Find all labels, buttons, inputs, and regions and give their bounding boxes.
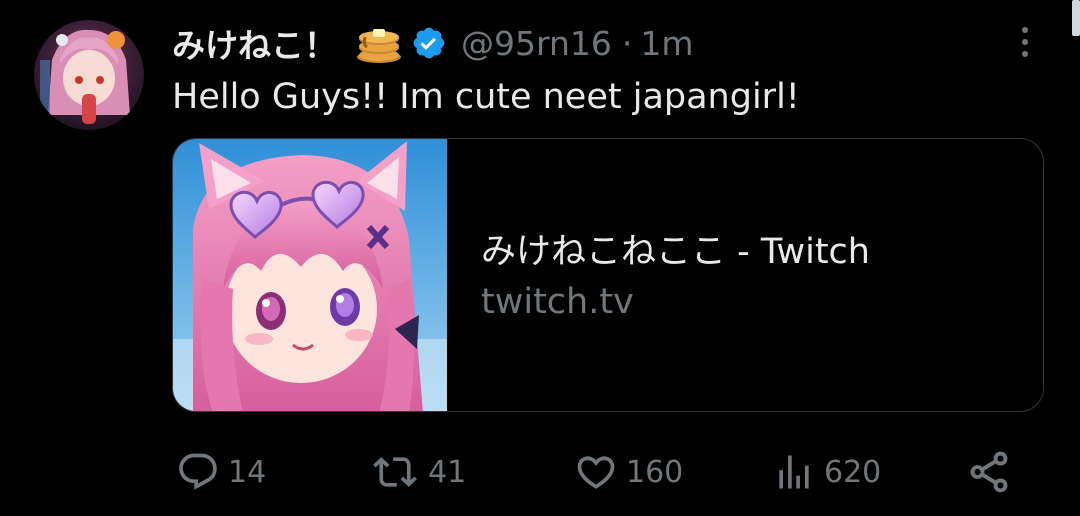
card-title[interactable]: みけねこねここ - Twitch	[481, 227, 1021, 277]
card-domain[interactable]: twitch.tv	[481, 277, 1021, 327]
author-handle[interactable]: @95rn16	[461, 24, 612, 63]
card-text: みけねこねここ - Twitch twitch.tv	[481, 227, 1021, 327]
like-icon	[577, 456, 615, 489]
scrollbar[interactable]	[1072, 0, 1080, 36]
display-name[interactable]: みけねこ！	[172, 19, 337, 67]
action-bar: 14 41 160 620	[0, 444, 1080, 504]
tweet-text: Hello Guys!! Im cute neet japangirl!	[172, 77, 800, 117]
views-button[interactable]: 620	[772, 444, 881, 500]
avatar[interactable]	[34, 20, 144, 130]
reply-icon	[179, 453, 217, 490]
retweet-button[interactable]: 41	[370, 444, 466, 500]
separator-dot: ·	[621, 23, 633, 63]
reply-count: 14	[228, 454, 267, 490]
like-button[interactable]: 160	[574, 444, 683, 500]
views-icon	[779, 455, 809, 489]
pancakes-emoji	[355, 21, 403, 65]
timestamp[interactable]: 1m	[640, 24, 693, 63]
retweet-count: 41	[428, 454, 467, 490]
more-icon[interactable]	[1010, 22, 1040, 62]
share-icon	[970, 451, 1008, 493]
tweet-header: みけねこ！ @95rn16 · 1m	[172, 16, 694, 70]
avatar-image	[34, 20, 144, 130]
share-button[interactable]	[966, 444, 1012, 500]
card-thumbnail	[173, 139, 447, 411]
like-count: 160	[626, 454, 684, 490]
retweet-icon	[373, 457, 417, 487]
verified-icon[interactable]	[411, 25, 447, 61]
link-card[interactable]: みけねこねここ - Twitch twitch.tv	[172, 138, 1044, 412]
views-count: 620	[824, 454, 882, 490]
reply-button[interactable]: 14	[176, 444, 266, 500]
